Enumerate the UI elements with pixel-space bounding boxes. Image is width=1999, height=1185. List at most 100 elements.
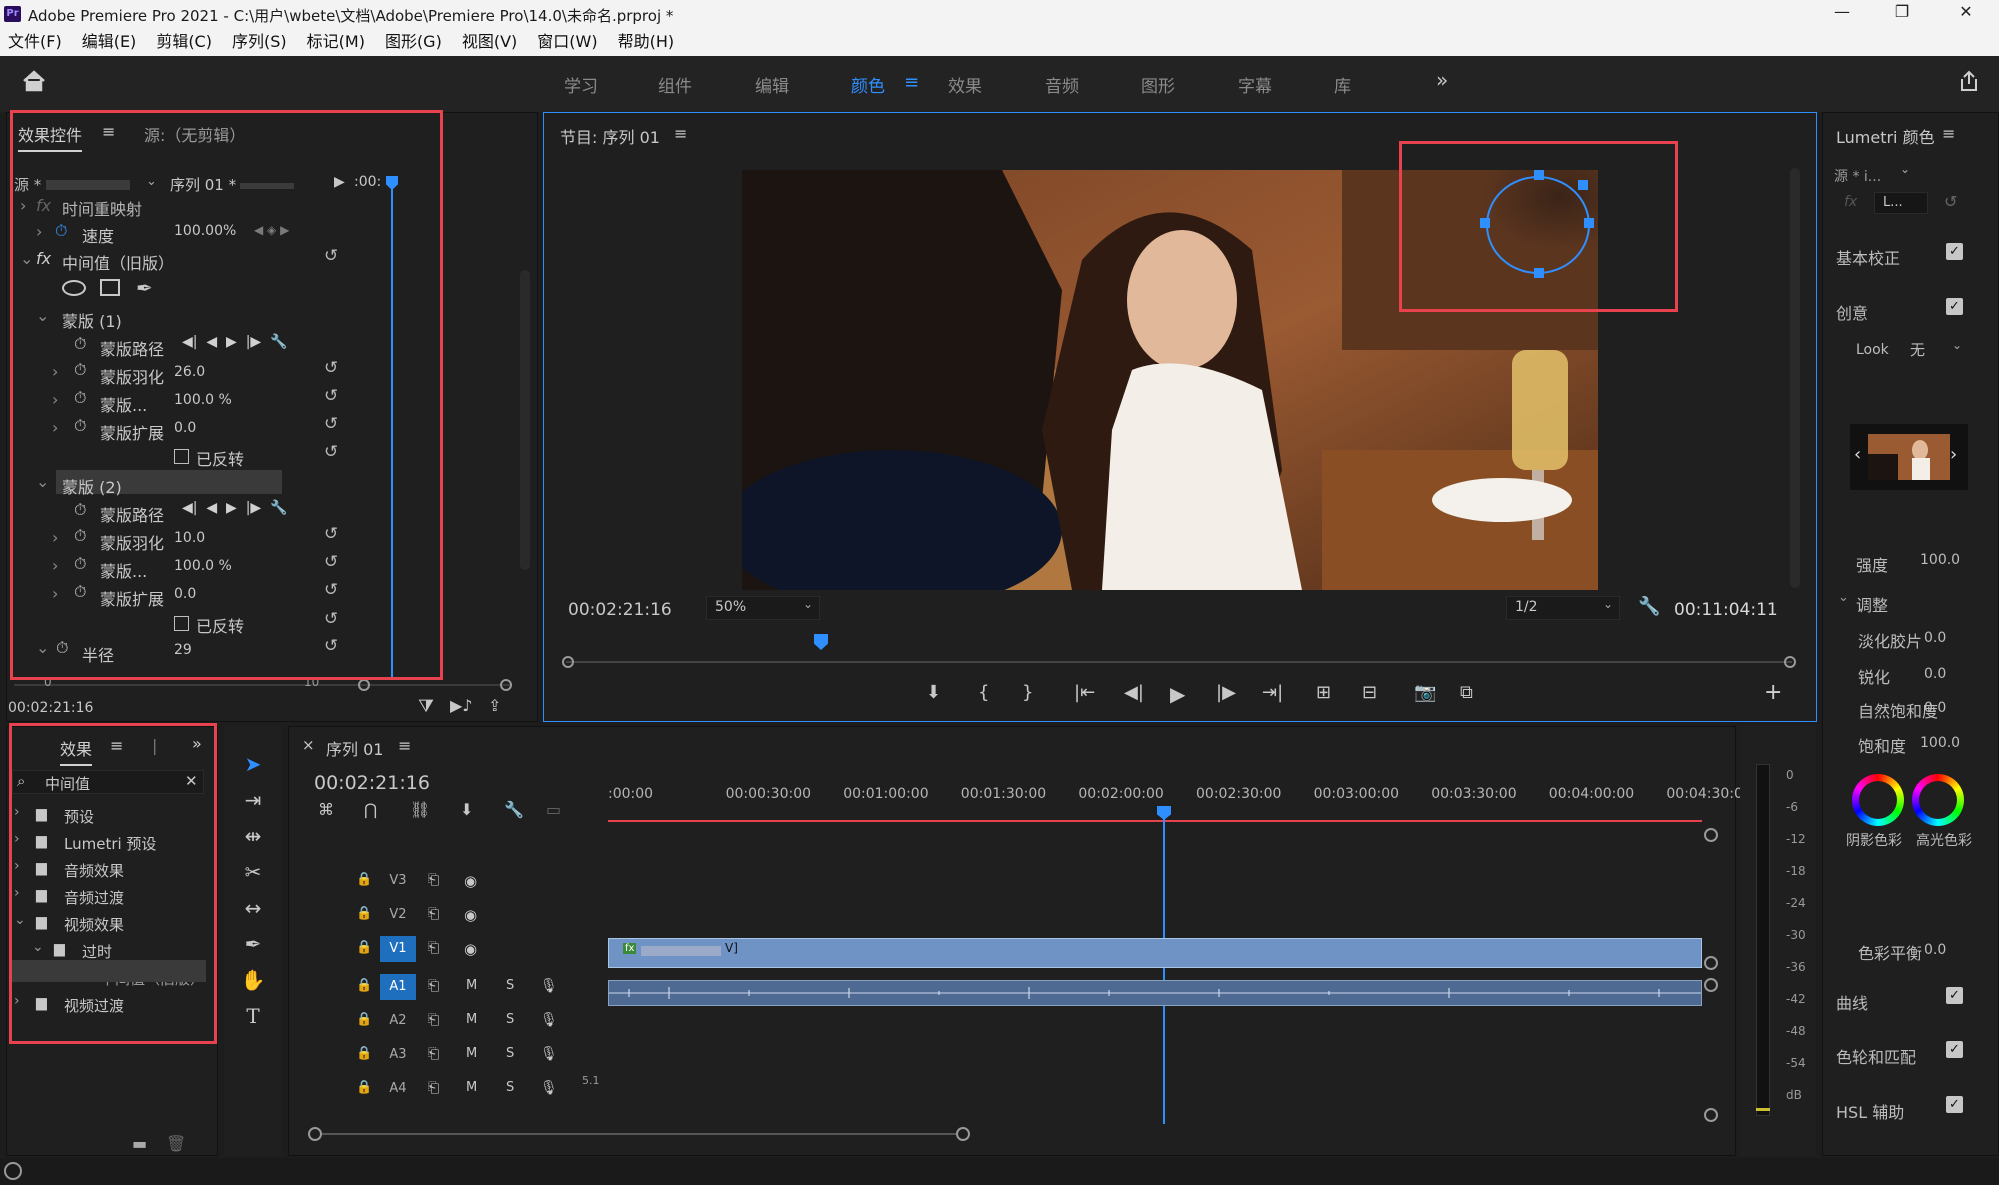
tab-effect-controls[interactable]: 效果控件 (18, 122, 83, 152)
mask1-opacity-reset-icon[interactable]: ↺ (324, 386, 338, 406)
track-lock-icon[interactable]: 🔒 (356, 978, 372, 993)
vscroll-bottom-handle[interactable] (1704, 1108, 1718, 1122)
mask2-opacity-stopwatch-icon[interactable]: ⏱ (74, 554, 86, 574)
mask1-expand-chevron-icon[interactable]: › (52, 418, 58, 437)
timeline-settings-icon[interactable]: 🔧 (504, 800, 524, 819)
hscroll-right-handle[interactable] (956, 1127, 970, 1141)
fx-toggle-icon[interactable]: fx (36, 249, 51, 268)
settings-wrench-icon[interactable]: 🔧 (1638, 596, 1660, 617)
menu-window[interactable]: 窗口(W) (537, 28, 597, 56)
track-lock-icon[interactable]: 🔒 (356, 1080, 372, 1095)
track-sync-lock-icon[interactable]: ⎗ (428, 940, 439, 956)
speed-keyframe-nav-icon[interactable]: ◀ ◈ ▶ (254, 223, 289, 237)
workspace-tab-graphics[interactable]: 图形 (1141, 72, 1175, 97)
mask2-inverted-checkbox[interactable] (174, 616, 189, 631)
pen-mask-icon[interactable]: ✒ (136, 276, 153, 300)
adjust-chevron-icon[interactable]: ⌄ (1838, 590, 1849, 605)
track-solo-button[interactable]: S (506, 1012, 514, 1027)
cloud-sync-icon[interactable] (4, 1162, 22, 1180)
creative-label[interactable]: 创意 (1836, 300, 1868, 324)
track-name[interactable]: A1 (380, 974, 416, 1000)
vscroll-v-handle[interactable] (1704, 956, 1718, 970)
lumetri-sequence-dropdown[interactable]: L... (1874, 192, 1928, 214)
track-visibility-eye-icon[interactable]: ◉ (464, 940, 477, 958)
ec-zoom-handle-left[interactable] (358, 679, 370, 691)
radius-reset-icon[interactable]: ↺ (324, 636, 338, 656)
mask2-expand-reset-icon[interactable]: ↺ (324, 580, 338, 600)
selection-tool-icon[interactable]: ➤ (240, 752, 266, 778)
track-voiceover-mic-icon[interactable]: 🎙 (540, 1080, 558, 1096)
track-visibility-eye-icon[interactable]: ◉ (464, 906, 477, 924)
track-voiceover-mic-icon[interactable]: 🎙 (540, 978, 558, 994)
track-sync-lock-icon[interactable]: ⎗ (428, 978, 439, 994)
track-mute-button[interactable]: M (466, 1046, 477, 1061)
mask1-inverted-reset-icon[interactable]: ↺ (324, 442, 338, 462)
mask2-track-controls-icon[interactable]: ◀| ◀ ▶ |▶ 🔧 (182, 500, 288, 516)
speed-stopwatch-icon[interactable]: ⏱ (55, 221, 67, 241)
mask1-opacity-stopwatch-icon[interactable]: ⏱ (74, 388, 86, 408)
effect-chevron-icon[interactable]: ⌄ (20, 249, 33, 268)
workspace-tab-captions[interactable]: 字幕 (1238, 72, 1272, 97)
tree-expand-icon[interactable]: › (14, 804, 20, 820)
new-bin-icon[interactable]: ▬ (132, 1134, 147, 1153)
mask2-inverted-reset-icon[interactable]: ↺ (324, 609, 338, 629)
sequence-tab-title[interactable]: 序列 01 (326, 736, 383, 760)
mask-handle-left[interactable] (1480, 218, 1490, 228)
menu-clip[interactable]: 剪辑(C) (156, 28, 212, 56)
audio-clip-a1[interactable] (608, 980, 1702, 1006)
mask1-expand-stopwatch-icon[interactable]: ⏱ (74, 416, 86, 436)
look-next-icon[interactable]: › (1950, 444, 1957, 465)
workspace-tab-effects[interactable]: 效果 (948, 72, 982, 97)
type-tool-icon[interactable]: T (240, 1004, 266, 1030)
rectangle-mask-icon[interactable] (100, 279, 120, 296)
mask-ellipse-outline[interactable] (1486, 176, 1590, 274)
snap-icon[interactable]: ⋂ (364, 800, 377, 819)
track-name[interactable]: A4 (380, 1076, 416, 1102)
share-icon[interactable] (1958, 70, 1980, 92)
lumetri-menu-icon[interactable]: ≡ (1942, 124, 1955, 143)
wheels-label[interactable]: 色轮和匹配 (1836, 1044, 1916, 1068)
scrub-start-handle[interactable] (562, 656, 574, 668)
mask1-chevron-icon[interactable]: ⌄ (36, 306, 49, 325)
tree-expand-icon[interactable]: › (14, 993, 20, 1009)
track-mute-button[interactable]: M (466, 978, 477, 993)
time-remap-chevron-icon[interactable]: › (20, 196, 26, 215)
go-to-in-icon[interactable]: |⇤ (1074, 682, 1095, 703)
captions-icon[interactable]: ▭ (546, 800, 561, 819)
speed-chevron-icon[interactable]: › (36, 222, 42, 241)
track-name[interactable]: V2 (380, 902, 416, 928)
export-frame-camera-icon[interactable]: 📷 (1414, 682, 1436, 703)
comparison-view-icon[interactable]: ⧉ (1460, 682, 1473, 703)
mask1-expand-value[interactable]: 0.0 (174, 420, 196, 436)
track-name[interactable]: A3 (380, 1042, 416, 1068)
sharpen-value[interactable]: 0.0 (1924, 666, 1946, 682)
hsl-checkbox[interactable]: ✓ (1946, 1096, 1963, 1113)
track-sync-lock-icon[interactable]: ⎗ (428, 1080, 439, 1096)
menu-view[interactable]: 视图(V) (462, 28, 517, 56)
play-only-icon[interactable]: ▶ (334, 174, 345, 190)
add-button-icon[interactable]: + (1764, 680, 1782, 705)
workspace-tab-editing[interactable]: 编辑 (755, 72, 789, 97)
ec-scrollbar[interactable] (520, 270, 530, 570)
export-frame-icon[interactable]: ⇪ (488, 696, 501, 715)
track-lock-icon[interactable]: 🔒 (356, 872, 372, 887)
menu-help[interactable]: 帮助(H) (618, 28, 675, 56)
track-select-tool-icon[interactable]: ⇥ (240, 788, 266, 814)
highlight-tint-wheel[interactable] (1912, 774, 1964, 826)
program-menu-icon[interactable]: ≡ (674, 124, 687, 143)
razor-tool-icon[interactable]: ✂ (240, 860, 266, 886)
tab-menu-icon[interactable]: ≡ (102, 122, 115, 141)
lumetri-title[interactable]: Lumetri 颜色 (1836, 124, 1935, 148)
track-voiceover-mic-icon[interactable]: 🎙 (540, 1046, 558, 1062)
mask1-opacity-value[interactable]: 100.0 % (174, 392, 232, 408)
track-solo-button[interactable]: S (506, 978, 514, 993)
workspace-tab-color[interactable]: 颜色 (851, 72, 885, 97)
lumetri-source[interactable]: 源 * i... (1834, 166, 1881, 186)
radius-value[interactable]: 29 (174, 642, 192, 658)
tab-source[interactable]: 源:（无剪辑） (144, 122, 245, 146)
intensity-value[interactable]: 100.0 (1920, 552, 1960, 568)
curves-checkbox[interactable]: ✓ (1946, 987, 1963, 1004)
play-audio-icon[interactable]: ▶♪ (450, 696, 473, 715)
timeline-timecode[interactable]: 00:02:21:16 (314, 772, 430, 794)
workspace-menu-icon[interactable]: ≡ (904, 72, 919, 93)
